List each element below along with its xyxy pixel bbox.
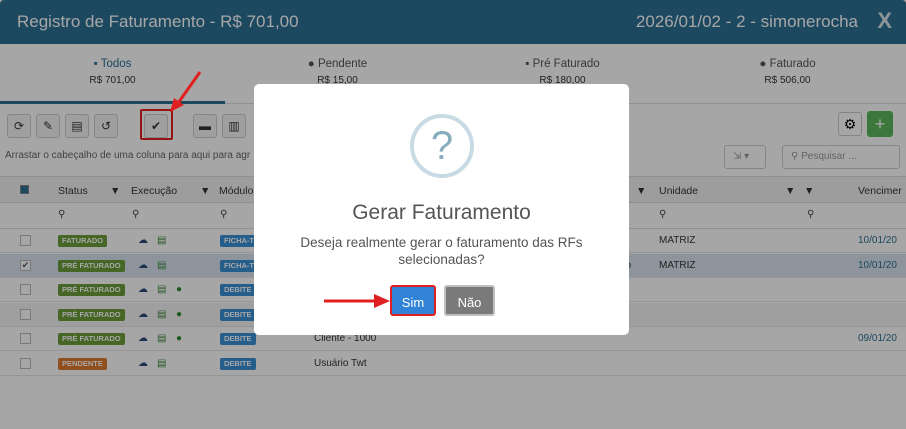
dialog-message: Deseja realmente gerar o faturamento das…: [300, 235, 583, 267]
confirm-no-button[interactable]: Não: [444, 285, 495, 316]
question-icon: ?: [410, 114, 474, 178]
annotation-arrow: [170, 71, 202, 112]
dialog-title: Gerar Faturamento: [352, 201, 531, 224]
confirm-yes-button[interactable]: Sim: [390, 285, 436, 316]
confirm-dialog: ? Gerar Faturamento Deseja realmente ger…: [254, 84, 629, 335]
annotation-arrow: [324, 294, 390, 308]
